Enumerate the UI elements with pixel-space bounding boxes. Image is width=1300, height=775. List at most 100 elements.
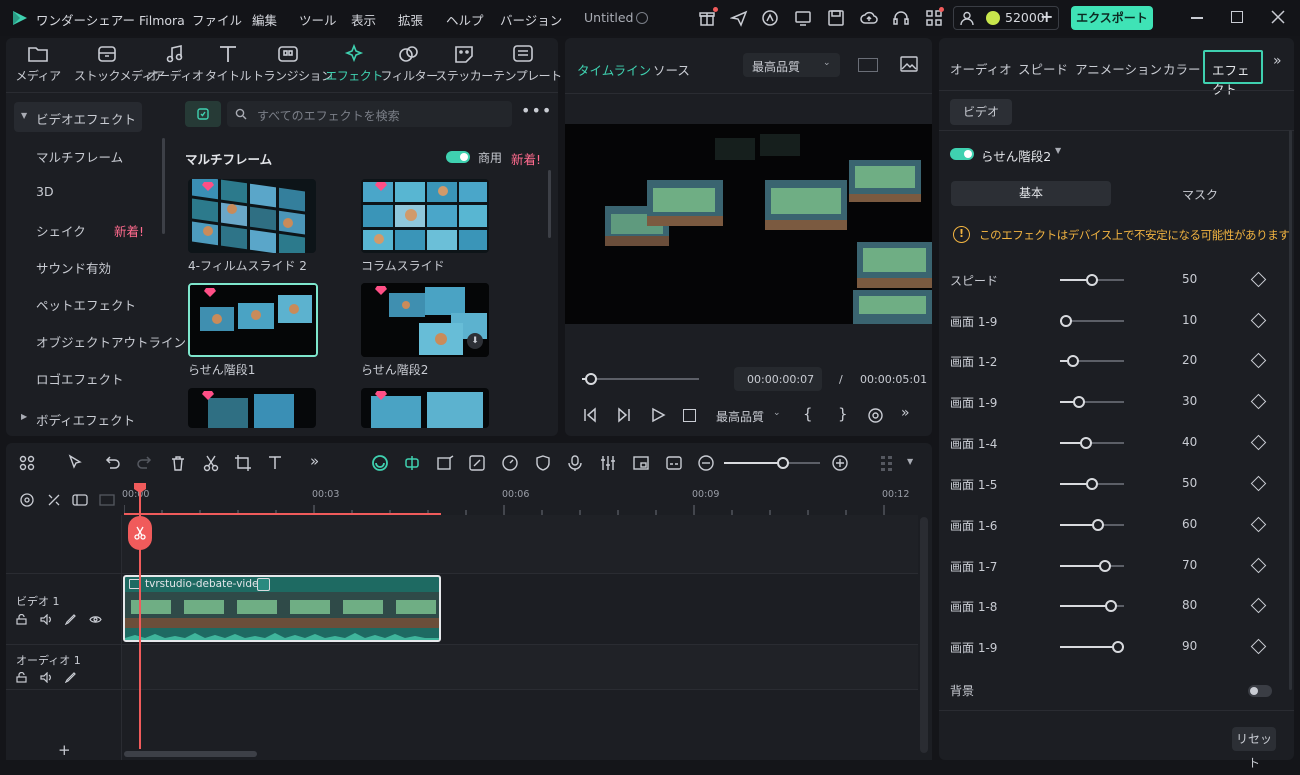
- effect-thumb-spiral-stairs-1[interactable]: [188, 283, 318, 357]
- param-slider-knob[interactable]: [1086, 274, 1098, 286]
- add-track-icon[interactable]: [18, 491, 36, 509]
- effect-thumb[interactable]: [361, 388, 489, 428]
- save-icon[interactable]: [827, 9, 845, 27]
- volume-icon[interactable]: [40, 672, 52, 683]
- param-value[interactable]: 20: [1182, 353, 1197, 367]
- video-clip[interactable]: tvrstudio-debate-video: [123, 575, 441, 642]
- stop-icon[interactable]: [683, 409, 696, 422]
- eye-visibility-icon[interactable]: [89, 614, 102, 625]
- menu-version[interactable]: バージョン: [500, 10, 562, 29]
- subtab-video[interactable]: ビデオ: [950, 99, 1012, 125]
- effect-thumb-column-slide[interactable]: [361, 179, 489, 253]
- lock-icon[interactable]: [16, 614, 27, 625]
- menu-view[interactable]: 表示: [351, 10, 376, 29]
- maximize-icon[interactable]: [1231, 11, 1243, 23]
- tool-transitions[interactable]: トランジション: [252, 44, 333, 84]
- keyframe-diamond-icon[interactable]: [1250, 312, 1267, 329]
- mark-out-icon[interactable]: }: [838, 405, 848, 423]
- effect-dropdown-icon[interactable]: ▼: [1055, 146, 1061, 155]
- grid-view-icon[interactable]: [858, 58, 878, 72]
- category-multiframe[interactable]: マルチフレーム: [36, 147, 123, 166]
- tab-source[interactable]: ソース: [653, 60, 690, 79]
- keyframe-diamond-icon[interactable]: [1250, 393, 1267, 410]
- library-scrollbar[interactable]: [548, 170, 551, 238]
- crop-icon[interactable]: [234, 454, 252, 472]
- text-tool-icon[interactable]: [266, 454, 284, 472]
- param-value[interactable]: 40: [1182, 435, 1197, 449]
- keyframe-diamond-icon[interactable]: [1250, 557, 1267, 574]
- timeline-hscrollbar[interactable]: [124, 751, 257, 757]
- reset-button[interactable]: リセット: [1232, 727, 1276, 770]
- more-controls-icon[interactable]: »: [901, 405, 910, 421]
- subtitle-icon[interactable]: [665, 454, 683, 472]
- param-slider-knob[interactable]: [1105, 600, 1117, 612]
- track-manager-icon[interactable]: [71, 491, 89, 509]
- progress-track[interactable]: [582, 378, 699, 380]
- tool-audio[interactable]: オーディオ: [145, 44, 205, 84]
- keyframe-diamond-icon[interactable]: [1250, 475, 1267, 492]
- lock-icon[interactable]: [16, 672, 27, 683]
- zoom-in-icon[interactable]: [831, 454, 849, 472]
- category-logo-effects[interactable]: ロゴエフェクト: [36, 369, 124, 388]
- category-body-effects[interactable]: ボディエフェクト: [36, 410, 135, 429]
- select-cursor-icon[interactable]: [67, 454, 85, 472]
- category-scrollbar[interactable]: [162, 138, 165, 234]
- snapshot-icon[interactable]: [900, 56, 918, 72]
- next-frame-icon[interactable]: [616, 407, 632, 423]
- param-value[interactable]: 50: [1182, 272, 1197, 286]
- param-value[interactable]: 70: [1182, 558, 1197, 572]
- keyframe-diamond-icon[interactable]: [1250, 638, 1267, 655]
- tool-templates[interactable]: テンプレート: [493, 44, 562, 84]
- more-tools-icon[interactable]: »: [310, 452, 319, 470]
- render-settings-icon[interactable]: [867, 407, 884, 424]
- tool-effects[interactable]: エフェクト: [324, 44, 384, 84]
- param-value[interactable]: 10: [1182, 313, 1197, 327]
- panel-scrollbar[interactable]: [1289, 130, 1292, 690]
- playback-quality-dropdown[interactable]: 最高品質 ⌄: [710, 404, 790, 426]
- more-options-icon[interactable]: •••: [521, 101, 552, 120]
- cloud-upload-icon[interactable]: [860, 9, 878, 27]
- timeline-ruler[interactable]: 00:00 00:03 00:06 00:09 00:12: [122, 483, 918, 515]
- menu-edit[interactable]: 編集: [252, 10, 277, 29]
- pip-icon[interactable]: [632, 454, 650, 472]
- param-slider-knob[interactable]: [1112, 641, 1124, 653]
- zoom-slider-knob[interactable]: [777, 457, 789, 469]
- search-input[interactable]: すべてのエフェクトを検索: [227, 101, 512, 127]
- add-credits-icon[interactable]: +: [1040, 7, 1053, 26]
- speed-ramp-icon[interactable]: [501, 454, 519, 472]
- tool-stock-media[interactable]: ストックメディア: [74, 44, 165, 84]
- category-pet-effects[interactable]: ペットエフェクト: [36, 295, 136, 314]
- playhead-split-button[interactable]: [128, 516, 152, 550]
- keyframe-diamond-icon[interactable]: [1250, 597, 1267, 614]
- keyframe-diamond-icon[interactable]: [1250, 352, 1267, 369]
- background-toggle[interactable]: [1248, 685, 1272, 697]
- timeline-vscrollbar[interactable]: [920, 517, 928, 753]
- favorites-button[interactable]: [185, 101, 221, 127]
- prev-frame-icon[interactable]: [582, 407, 598, 423]
- param-slider-knob[interactable]: [1067, 355, 1079, 367]
- send-icon[interactable]: [730, 9, 748, 27]
- param-value[interactable]: 50: [1182, 476, 1197, 490]
- tab-timeline[interactable]: タイムライン: [577, 60, 651, 79]
- unlink-icon[interactable]: [45, 491, 63, 509]
- progress-knob[interactable]: [585, 373, 597, 385]
- microphone-icon[interactable]: [566, 454, 584, 472]
- delete-icon[interactable]: [169, 454, 187, 472]
- effect-thumb[interactable]: [188, 388, 316, 428]
- add-track-plus-icon[interactable]: +: [58, 741, 71, 759]
- current-time-field[interactable]: 00:00:00:07: [734, 367, 822, 391]
- play-icon[interactable]: [650, 407, 666, 423]
- effect-thumb-film-slide-2[interactable]: [188, 179, 316, 253]
- category-3d[interactable]: 3D: [36, 184, 54, 199]
- track-layout-icon[interactable]: [878, 454, 896, 472]
- effect-enable-toggle[interactable]: [950, 148, 974, 160]
- split-scissors-icon[interactable]: [202, 454, 220, 472]
- category-sound-enabled[interactable]: サウンド有効: [36, 258, 111, 277]
- minimize-icon[interactable]: [1191, 17, 1203, 19]
- tool-media[interactable]: メディア: [8, 44, 68, 84]
- export-button[interactable]: エクスポート: [1071, 6, 1153, 30]
- close-icon[interactable]: [1270, 9, 1286, 25]
- keyframe-diamond-icon[interactable]: [1250, 434, 1267, 451]
- ai-edit-icon[interactable]: [468, 454, 486, 472]
- category-video-effects[interactable]: ▼ ビデオエフェクト: [14, 102, 142, 132]
